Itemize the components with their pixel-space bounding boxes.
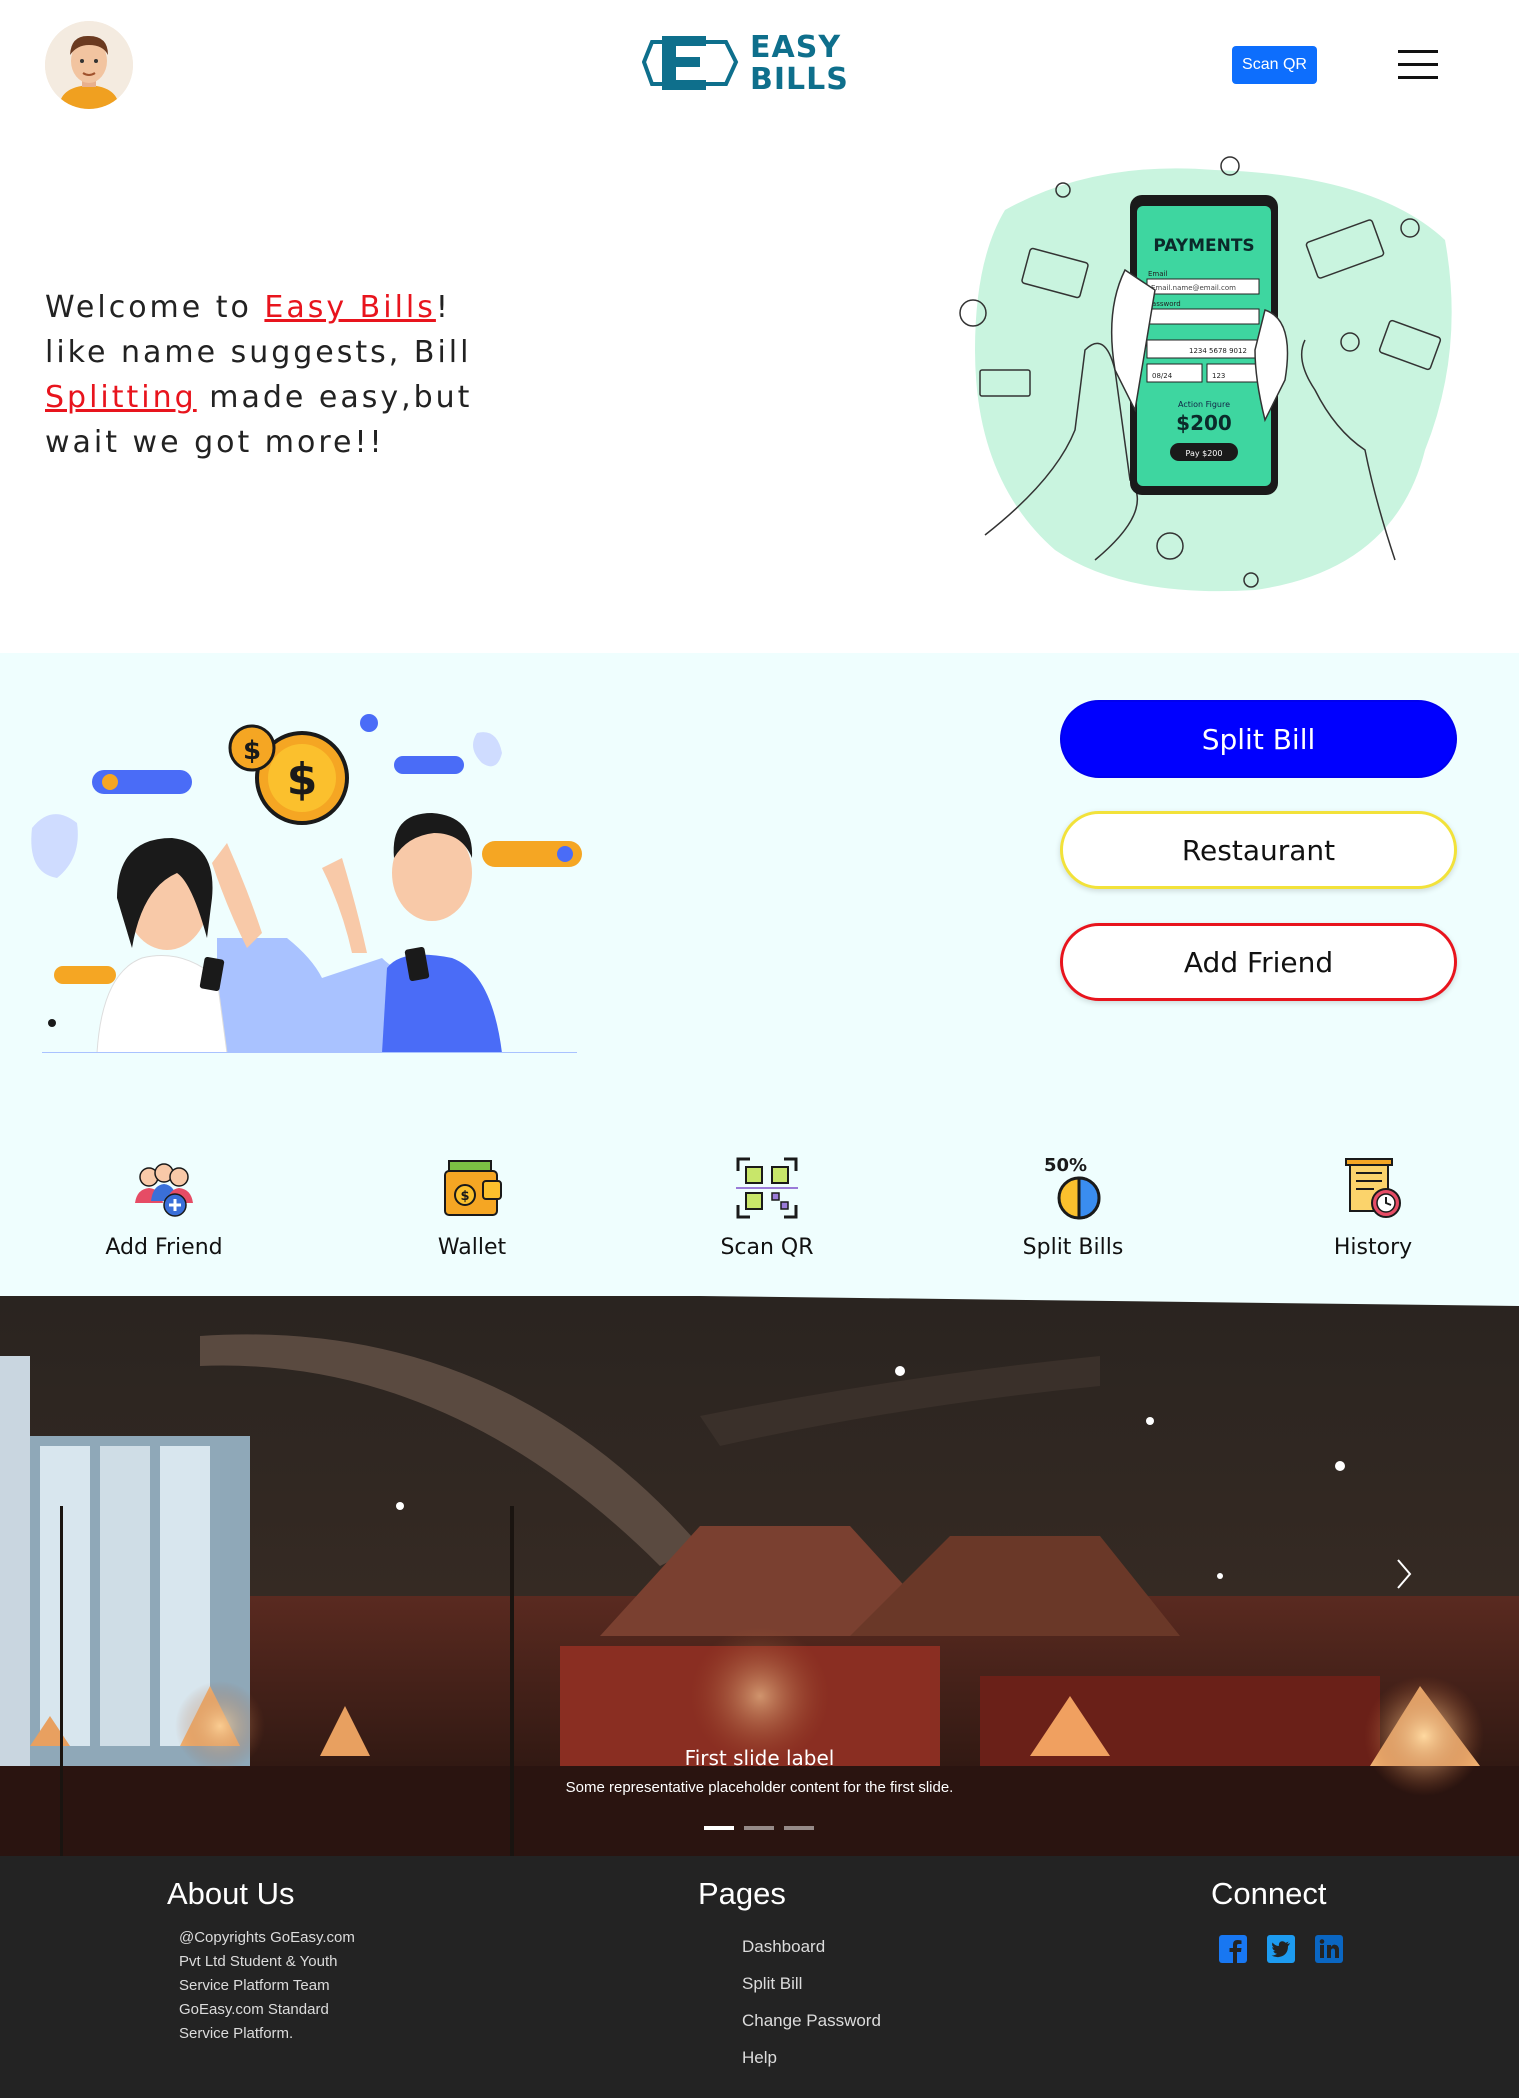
social-links	[1218, 1934, 1344, 1964]
history-icon	[1345, 1158, 1401, 1218]
svg-text:$: $	[460, 1189, 469, 1204]
feature-label: Wallet	[437, 1235, 507, 1260]
carousel-indicator-3[interactable]	[784, 1826, 814, 1830]
restaurant-photo	[0, 1296, 1519, 1856]
split-bills-icon: 50%	[1044, 1155, 1101, 1220]
illus-email-value: Email.name@email.com	[1151, 284, 1236, 292]
carousel-caption-text: Some representative placeholder content …	[565, 1779, 954, 1796]
illus-amount-label: Action Figure	[1178, 400, 1230, 409]
footer-link-dashboard[interactable]: Dashboard	[742, 1928, 881, 1965]
carousel-next-icon[interactable]	[1392, 1554, 1416, 1594]
carousel-indicator-2[interactable]	[744, 1826, 774, 1830]
hero-text-part: Welcome to	[45, 290, 265, 325]
about-line: Pvt Ltd Student & Youth	[179, 1953, 338, 1970]
pages-list: Dashboard Split Bill Change Password Hel…	[742, 1928, 881, 2076]
feature-label: Scan QR	[720, 1235, 814, 1260]
feature-scan-qr[interactable]: Scan QR	[687, 1155, 847, 1260]
restaurant-button[interactable]: Restaurant	[1060, 811, 1457, 889]
svg-text:$: $	[243, 736, 261, 766]
illus-card-number: 1234 5678 9012	[1189, 347, 1247, 355]
split-icon-text: 50%	[1044, 1155, 1087, 1176]
scan-qr-button[interactable]: Scan QR	[1232, 46, 1317, 84]
menu-icon[interactable]	[1398, 50, 1438, 80]
connect-heading: Connect	[1211, 1876, 1327, 1911]
feature-label: History	[1333, 1235, 1413, 1260]
avatar-illustration	[45, 21, 133, 109]
feature-label: Add Friend	[105, 1235, 223, 1260]
carousel-caption-title: First slide label	[684, 1746, 835, 1770]
illus-amount: $200	[1176, 411, 1232, 435]
hero-highlight-easy-bills: Easy Bills	[264, 290, 436, 325]
feature-history[interactable]: History	[1293, 1155, 1453, 1260]
illus-cvv: 123	[1212, 372, 1225, 380]
illus-pay-label: Pay $200	[1185, 449, 1222, 458]
add-friend-button[interactable]: Add Friend	[1060, 923, 1457, 1001]
avatar[interactable]	[45, 21, 133, 109]
image-carousel[interactable]: First slide label Some representative pl…	[0, 1296, 1519, 1856]
carousel-indicator-1[interactable]	[704, 1826, 734, 1830]
payments-phone-illustration: PAYMENTS Email Email.name@email.com Pass…	[959, 156, 1452, 592]
footer-link-change-password[interactable]: Change Password	[742, 2002, 881, 2039]
svg-text:$: $	[287, 754, 318, 805]
payments-illustration: PAYMENTS Email Email.name@email.com Pass…	[955, 150, 1455, 600]
twitter-icon[interactable]	[1266, 1934, 1296, 1964]
about-text: @Copyrights GoEasy.com Pvt Ltd Student &…	[179, 1926, 379, 2046]
illus-email-label: Email	[1148, 270, 1167, 278]
illus-title: PAYMENTS	[1153, 236, 1254, 256]
split-bill-button[interactable]: Split Bill	[1060, 700, 1457, 778]
footer: About Us @Copyrights GoEasy.com Pvt Ltd …	[0, 1856, 1519, 2098]
feature-split-bills[interactable]: 50% Split Bills	[993, 1155, 1153, 1260]
header: EASY BILLS Scan QR	[0, 0, 1519, 135]
pages-heading: Pages	[698, 1876, 786, 1911]
logo-mark-icon	[642, 36, 739, 90]
brand-logo[interactable]: EASY BILLS	[642, 28, 848, 98]
wallet-icon: $	[444, 1160, 502, 1216]
friends-sharing-illustration: $ $	[22, 708, 592, 1054]
about-line: @Copyrights GoEasy.com	[179, 1929, 355, 1946]
friends-illustration: $ $	[31, 714, 582, 1054]
hero-highlight-splitting: Splitting	[45, 380, 197, 415]
footer-link-help[interactable]: Help	[742, 2039, 881, 2076]
linkedin-icon[interactable]	[1314, 1934, 1344, 1964]
feature-label: Split Bills	[1022, 1235, 1124, 1260]
qr-code-icon	[736, 1157, 798, 1219]
feature-wallet[interactable]: $ Wallet	[392, 1155, 552, 1260]
about-line: GoEasy.com Standard	[179, 2001, 329, 2018]
page: EASY BILLS Scan QR Welcome to Easy Bills…	[0, 0, 1519, 2098]
facebook-icon[interactable]	[1218, 1934, 1248, 1964]
feature-add-friend[interactable]: Add Friend	[84, 1155, 244, 1260]
logo-text: EASY BILLS	[750, 30, 849, 97]
about-heading: About Us	[167, 1876, 295, 1911]
about-line: Service Platform Team	[179, 1977, 330, 1994]
illus-expiry: 08/24	[1152, 372, 1173, 380]
carousel-indicators	[704, 1826, 814, 1832]
add-friend-icon	[135, 1163, 193, 1217]
hero-welcome-text: Welcome to Easy Bills! like name suggest…	[45, 285, 515, 465]
about-line: Service Platform.	[179, 2025, 294, 2042]
footer-link-split-bill[interactable]: Split Bill	[742, 1965, 881, 2002]
